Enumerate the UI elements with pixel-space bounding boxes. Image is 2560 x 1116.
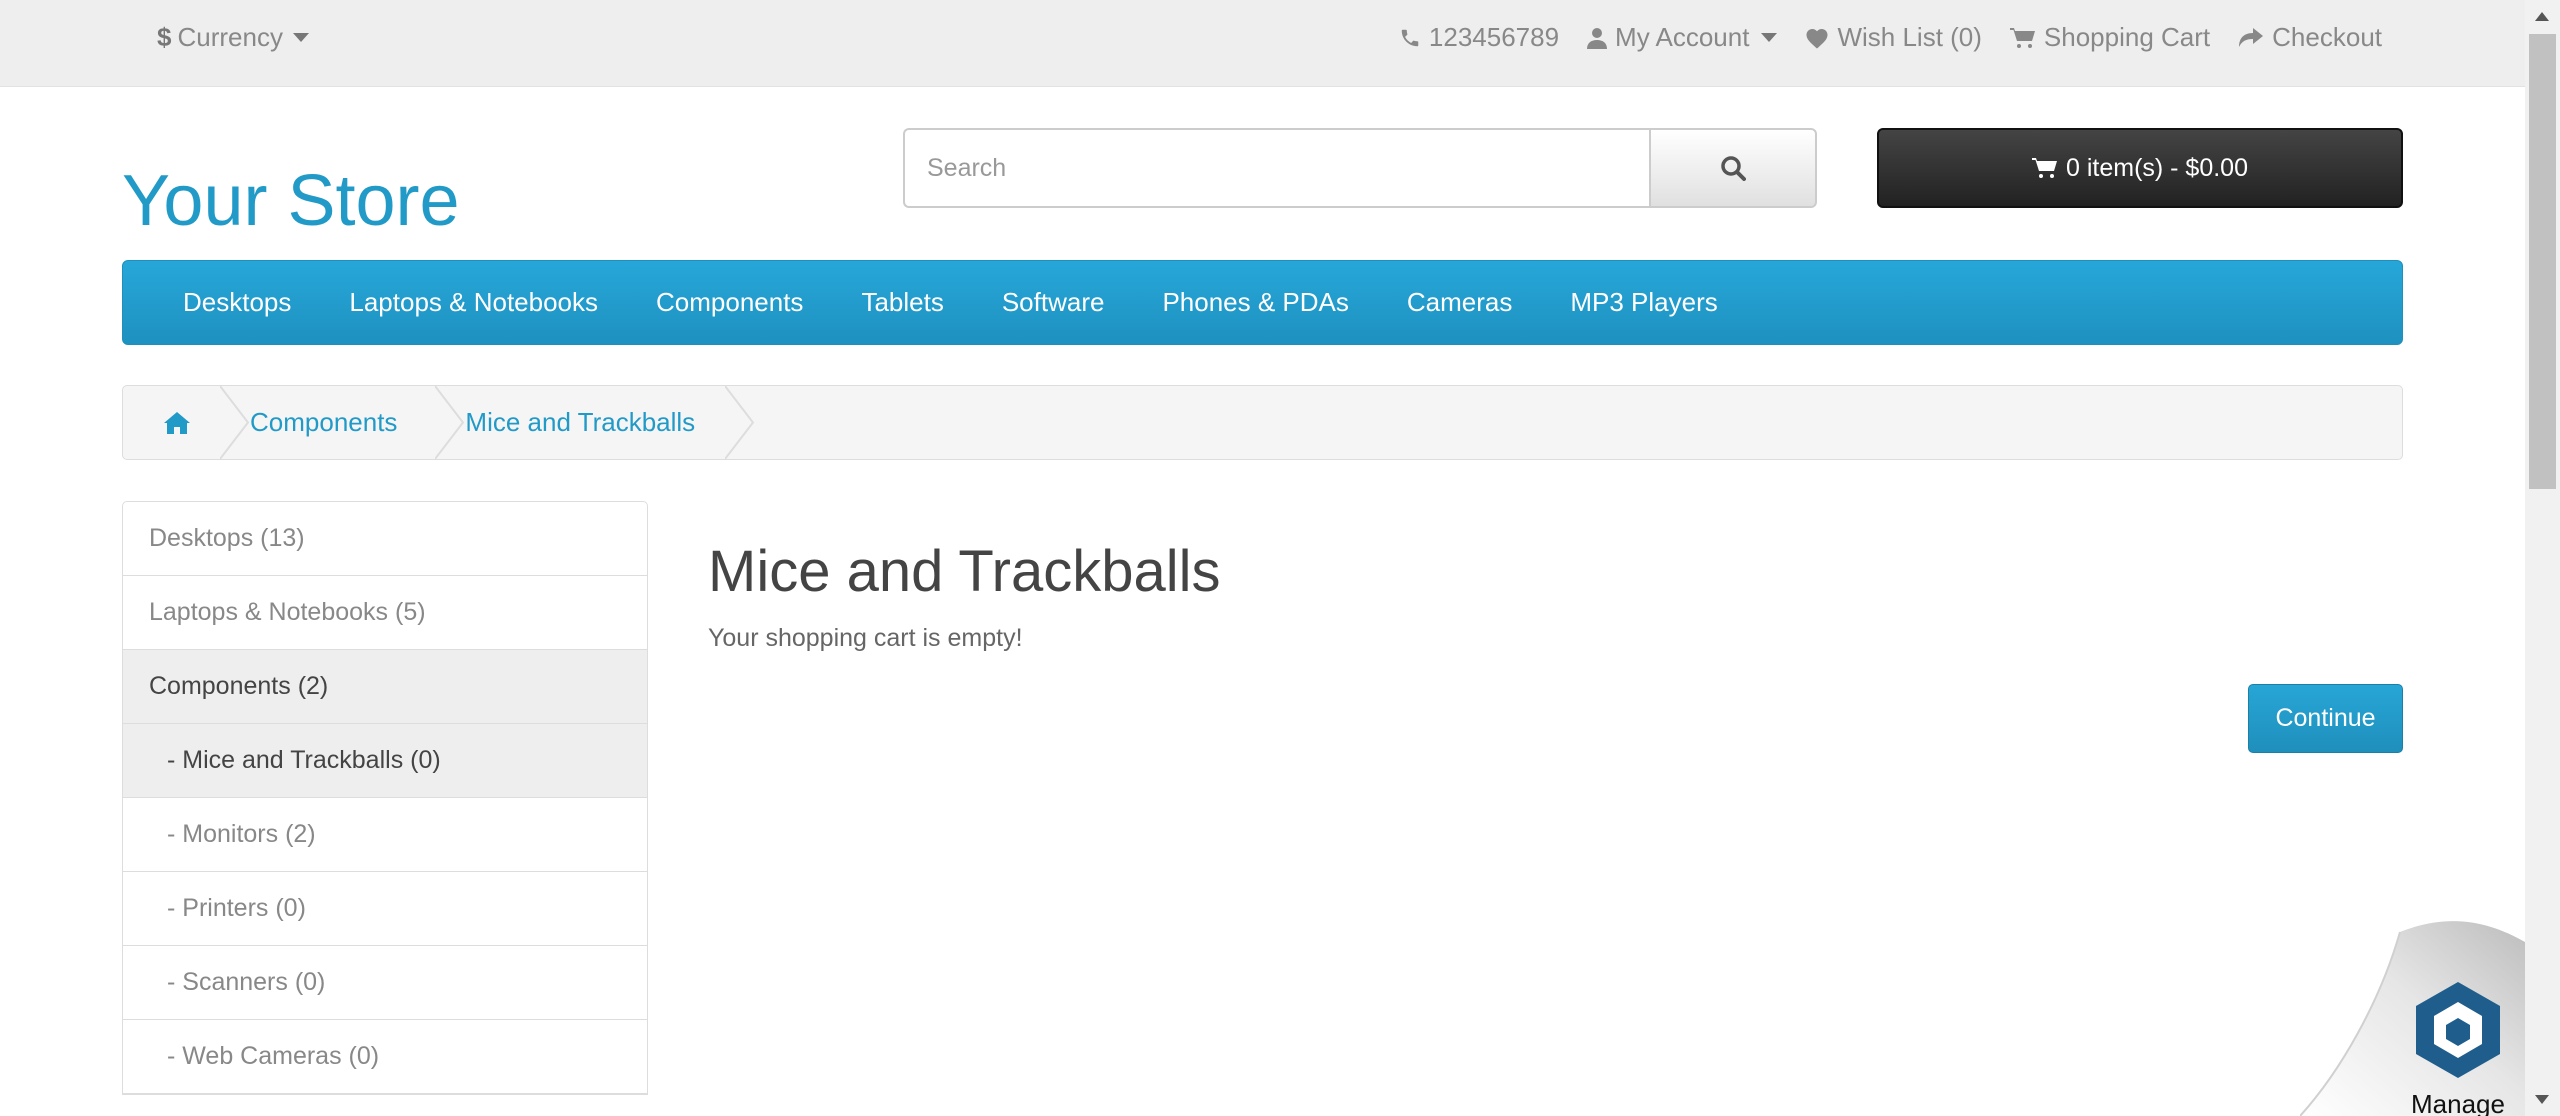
manage-logo-icon (2416, 982, 2500, 1078)
shopping-cart-link[interactable]: Shopping Cart (2009, 22, 2211, 53)
breadcrumb-home[interactable] (123, 386, 250, 459)
sidebar-item-mice-trackballs[interactable]: - Mice and Trackballs (0) (123, 724, 647, 798)
scroll-up-arrow-icon[interactable] (2535, 12, 2549, 21)
cart-button[interactable]: 0 item(s) - $0.00 (1877, 128, 2403, 208)
breadcrumb-separator (435, 386, 465, 459)
share-icon (2239, 27, 2264, 47)
category-sidebar: Desktops (13) Laptops & Notebooks (5) Co… (122, 501, 648, 1095)
wish-list-label: Wish List (0) (1837, 22, 1982, 52)
cart-summary: 0 item(s) - $0.00 (2065, 153, 2248, 182)
empty-cart-message: Your shopping cart is empty! (708, 624, 1023, 652)
menu-item-software[interactable]: Software (973, 287, 1134, 318)
breadcrumb-separator (725, 386, 755, 459)
store-logo[interactable]: Your Store (122, 160, 460, 242)
top-links: 123456789 My Account Wish List (0) Shopp… (1399, 22, 2382, 53)
menu-item-cameras[interactable]: Cameras (1378, 287, 1541, 318)
phone-link[interactable]: 123456789 (1399, 22, 1559, 53)
search-bar (903, 128, 1817, 208)
search-icon (1721, 156, 1746, 181)
caret-down-icon (292, 33, 309, 42)
home-icon (164, 411, 190, 434)
menu-item-mp3-players[interactable]: MP3 Players (1541, 287, 1746, 318)
wish-list-link[interactable]: Wish List (0) (1805, 22, 1982, 53)
breadcrumb-mice-trackballs[interactable]: Mice and Trackballs (465, 386, 755, 459)
sidebar-item-printers[interactable]: - Printers (0) (123, 872, 647, 946)
currency-dropdown[interactable]: $ Currency (157, 22, 309, 53)
my-account-label: My Account (1615, 22, 1750, 52)
manage-label: Manage (2411, 1089, 2505, 1116)
currency-label: Currency (177, 22, 283, 52)
main-menu: Desktops Laptops & Notebooks Components … (122, 260, 2403, 345)
user-icon (1587, 27, 1608, 49)
menu-item-laptops-notebooks[interactable]: Laptops & Notebooks (320, 287, 627, 318)
menu-item-components[interactable]: Components (627, 287, 832, 318)
breadcrumb-label: Components (250, 407, 398, 437)
breadcrumb-label: Mice and Trackballs (465, 407, 696, 437)
sidebar-item-laptops-notebooks[interactable]: Laptops & Notebooks (5) (123, 576, 647, 650)
checkout-label: Checkout (2272, 22, 2382, 52)
cart-icon (2031, 158, 2057, 178)
continue-button[interactable]: Continue (2248, 684, 2403, 753)
vertical-scrollbar[interactable] (2525, 0, 2560, 1116)
phone-icon (1401, 29, 1419, 46)
my-account-dropdown[interactable]: My Account (1587, 22, 1778, 53)
sidebar-item-web-cameras[interactable]: - Web Cameras (0) (123, 1020, 647, 1094)
menu-item-desktops[interactable]: Desktops (154, 287, 320, 318)
menu-item-tablets[interactable]: Tablets (832, 287, 972, 318)
scrollbar-thumb[interactable] (2529, 34, 2556, 489)
sidebar-item-desktops[interactable]: Desktops (13) (123, 502, 647, 576)
search-input[interactable] (903, 128, 1649, 208)
breadcrumb: Components Mice and Trackballs (122, 385, 2403, 460)
top-bar: $ Currency 123456789 My Account Wish Lis… (0, 0, 2525, 87)
scroll-down-arrow-icon[interactable] (2535, 1095, 2549, 1104)
phone-number: 123456789 (1428, 22, 1560, 52)
breadcrumb-separator (220, 386, 250, 459)
sidebar-item-components[interactable]: Components (2) (123, 650, 647, 724)
checkout-link[interactable]: Checkout (2238, 22, 2382, 53)
caret-down-icon (1761, 33, 1778, 42)
manage-badge[interactable]: Manage (2403, 980, 2513, 1116)
menu-item-phones-pdas[interactable]: Phones & PDAs (1133, 287, 1377, 318)
breadcrumb-components[interactable]: Components (250, 386, 465, 459)
search-button[interactable] (1649, 128, 1817, 208)
sidebar-item-scanners[interactable]: - Scanners (0) (123, 946, 647, 1020)
shopping-cart-label: Shopping Cart (2043, 22, 2211, 52)
currency-symbol: $ (157, 22, 172, 52)
page-title: Mice and Trackballs (708, 539, 1221, 604)
cart-icon (2009, 27, 2035, 48)
sidebar-item-monitors[interactable]: - Monitors (2) (123, 798, 647, 872)
heart-icon (1806, 28, 1828, 48)
